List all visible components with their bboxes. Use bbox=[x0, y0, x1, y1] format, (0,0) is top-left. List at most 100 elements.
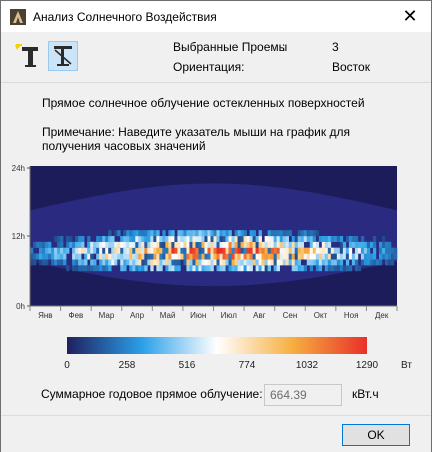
irradiation-cell bbox=[324, 259, 329, 266]
irradiation-cell bbox=[186, 253, 190, 260]
colorbar-tick-label: 1032 bbox=[296, 360, 319, 371]
irradiation-cell bbox=[54, 236, 58, 243]
irradiation-cell bbox=[378, 259, 383, 266]
irradiation-cell bbox=[219, 259, 223, 266]
irradiation-cell bbox=[129, 236, 133, 243]
irradiation-cell bbox=[243, 247, 247, 254]
irradiation-cell bbox=[120, 236, 124, 243]
irradiation-cell bbox=[228, 259, 232, 266]
irradiation-cell bbox=[33, 253, 37, 260]
irradiation-cell bbox=[240, 247, 244, 254]
irradiation-cell bbox=[312, 241, 317, 248]
irradiation-cell bbox=[303, 230, 308, 237]
irradiation-cell bbox=[279, 236, 283, 243]
irradiation-cell bbox=[261, 253, 265, 260]
irradiation-cell bbox=[288, 253, 293, 260]
irradiation-cell bbox=[372, 259, 377, 266]
irradiation-cell bbox=[156, 236, 160, 243]
irradiation-cell bbox=[54, 259, 58, 266]
irradiation-heatmap[interactable]: 24h 12h 0h Янв Фев Мар Апр Май Июн Июл Авг Сен Окт Но… bbox=[1, 156, 431, 326]
irradiation-cell bbox=[237, 241, 241, 248]
irradiation-cell bbox=[297, 259, 302, 266]
irradiation-cell bbox=[237, 236, 241, 243]
irradiation-cell bbox=[135, 236, 139, 243]
irradiation-cell bbox=[90, 259, 94, 266]
irradiation-cell bbox=[270, 230, 274, 237]
irradiation-cell bbox=[231, 259, 235, 266]
irradiation-cell bbox=[198, 265, 202, 272]
month-label: Авг bbox=[253, 311, 266, 320]
irradiation-cell bbox=[234, 247, 238, 254]
irradiation-cell bbox=[198, 247, 202, 254]
sun-window-icon bbox=[15, 44, 38, 67]
irradiation-cell bbox=[84, 247, 88, 254]
irradiation-cell bbox=[303, 247, 308, 254]
irradiation-cell bbox=[129, 247, 133, 254]
irradiation-cell bbox=[219, 236, 223, 243]
irradiation-cell bbox=[270, 253, 274, 260]
irradiation-cell bbox=[123, 253, 127, 260]
irradiation-cell bbox=[306, 259, 311, 266]
irradiation-cell bbox=[33, 259, 37, 266]
irradiation-cell bbox=[165, 247, 169, 254]
irradiation-cell bbox=[111, 241, 115, 248]
irradiation-cell bbox=[177, 241, 181, 248]
irradiation-cell bbox=[189, 241, 193, 248]
irradiation-cell bbox=[369, 253, 374, 260]
irradiation-cell bbox=[195, 241, 199, 248]
irradiation-cell bbox=[327, 236, 332, 243]
irradiation-cell bbox=[174, 259, 178, 266]
irradiation-cell bbox=[279, 259, 283, 266]
irradiation-cell bbox=[372, 241, 377, 248]
irradiation-cell bbox=[291, 265, 296, 272]
irradiation-cell bbox=[297, 247, 302, 254]
ok-button[interactable]: OK bbox=[342, 424, 410, 446]
close-button[interactable]: ✕ bbox=[389, 1, 431, 31]
irradiation-cell bbox=[168, 230, 172, 237]
irradiation-cell bbox=[108, 241, 112, 248]
irradiation-cell bbox=[138, 236, 142, 243]
irradiation-cell bbox=[81, 236, 85, 243]
irradiation-cell bbox=[126, 253, 130, 260]
sun-window-button[interactable] bbox=[13, 41, 43, 71]
irradiation-cell bbox=[345, 265, 350, 272]
irradiation-cell bbox=[231, 247, 235, 254]
irradiation-cell bbox=[354, 259, 359, 266]
irradiation-cell bbox=[90, 265, 94, 272]
irradiation-cell bbox=[78, 241, 82, 248]
irradiation-cell bbox=[300, 236, 305, 243]
irradiation-cell bbox=[390, 247, 395, 254]
irradiation-cell bbox=[255, 247, 259, 254]
irradiation-cell bbox=[96, 236, 100, 243]
irradiation-cell bbox=[117, 247, 121, 254]
irradiation-cell bbox=[222, 236, 226, 243]
irradiation-cell bbox=[327, 241, 332, 248]
irradiation-cell bbox=[255, 259, 259, 266]
irradiation-cell bbox=[216, 259, 220, 266]
irradiation-cell bbox=[252, 259, 256, 266]
irradiation-cell bbox=[138, 230, 142, 237]
irradiation-cell bbox=[102, 241, 106, 248]
irradiation-cell bbox=[102, 265, 106, 272]
irradiation-cell bbox=[300, 247, 305, 254]
irradiation-cell bbox=[186, 230, 190, 237]
irradiation-cell bbox=[312, 236, 317, 243]
irradiation-cell bbox=[111, 259, 115, 266]
irradiation-cell bbox=[162, 236, 166, 243]
irradiation-cell bbox=[165, 241, 169, 248]
irradiation-cell bbox=[66, 236, 70, 243]
irradiation-cell bbox=[372, 253, 377, 260]
irradiation-cell bbox=[180, 247, 184, 254]
irradiation-cell bbox=[354, 247, 359, 254]
irradiation-cell bbox=[228, 253, 232, 260]
irradiation-cell bbox=[183, 259, 187, 266]
window-shade-button[interactable] bbox=[48, 41, 78, 71]
irradiation-cell bbox=[180, 236, 184, 243]
irradiation-cell bbox=[210, 253, 214, 260]
irradiation-cell bbox=[192, 253, 196, 260]
irradiation-cell bbox=[297, 253, 302, 260]
irradiation-cell bbox=[36, 241, 40, 248]
irradiation-cell bbox=[354, 241, 359, 248]
irradiation-cell bbox=[126, 236, 130, 243]
irradiation-cell bbox=[189, 230, 193, 237]
